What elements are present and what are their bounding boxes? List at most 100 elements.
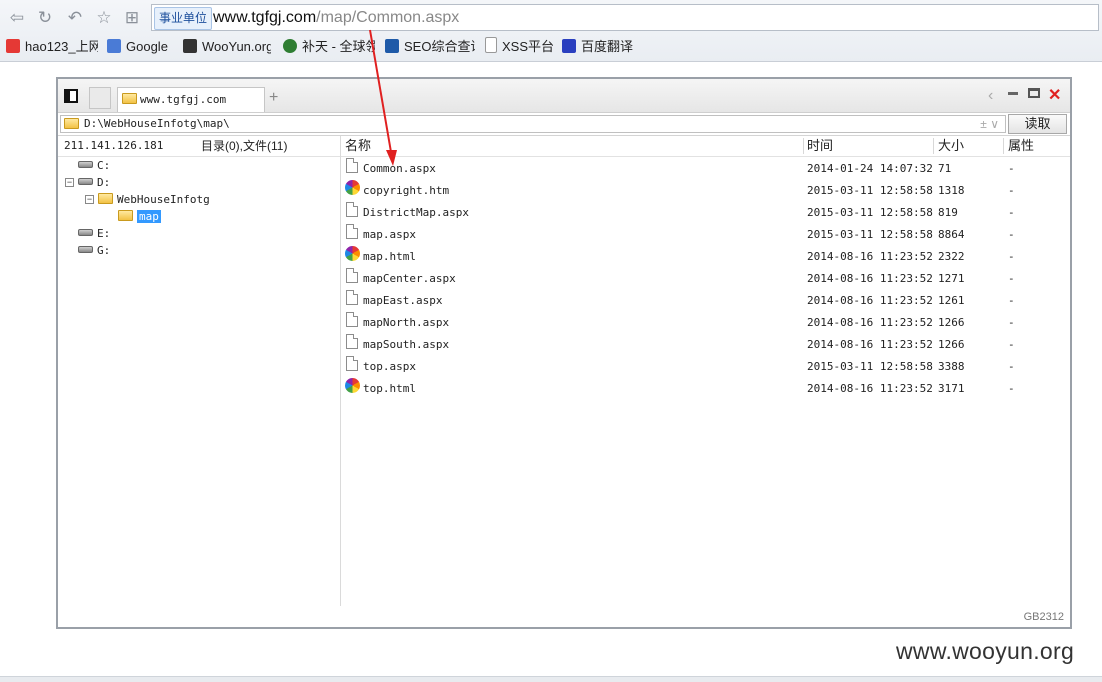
apps-icon[interactable]: ⊞ xyxy=(121,7,143,29)
bookmark-label: 百度翻译 xyxy=(581,39,634,54)
bookmark-baidu[interactable]: 百度翻译 xyxy=(562,37,642,57)
file-name: mapNorth.aspx xyxy=(363,316,450,329)
file-size: 1266 xyxy=(938,338,965,351)
column-separator[interactable] xyxy=(1003,138,1004,154)
tree-item-c[interactable]: C: xyxy=(78,157,110,174)
bookmarks-bar: hao123_上网 Google WooYun.org 补天 - 全球领 SEO… xyxy=(0,35,1102,59)
bookmark-label: hao123_上网 xyxy=(25,39,98,54)
file-row[interactable]: Common.aspx 2014-01-24 14:07:32 71 - xyxy=(341,158,1070,180)
file-time: 2015-03-11 12:58:58 xyxy=(807,360,933,373)
file-size: 819 xyxy=(938,206,958,219)
tree-item-e[interactable]: E: xyxy=(78,225,110,242)
drive-icon xyxy=(78,161,93,168)
file-icon xyxy=(346,312,358,327)
file-name: map.aspx xyxy=(363,228,416,241)
bookmark-label: WooYun.org xyxy=(202,39,271,54)
file-size: 3171 xyxy=(938,382,965,395)
collapse-icon[interactable]: − xyxy=(85,195,94,204)
butian-icon xyxy=(283,39,297,53)
star-icon[interactable]: ☆ xyxy=(93,7,115,29)
back-icon[interactable]: ⇦ xyxy=(6,7,28,29)
read-button[interactable]: 读取 xyxy=(1008,114,1067,134)
file-row[interactable]: map.aspx 2015-03-11 12:58:58 8864 - xyxy=(341,224,1070,246)
panel-toggle-icon[interactable] xyxy=(64,89,78,103)
address-url[interactable]: www.tgfgj.com/map/Common.aspx xyxy=(213,8,459,28)
encoding-label[interactable]: GB2312 xyxy=(1024,611,1064,623)
url-path: /map/Common.aspx xyxy=(316,9,460,26)
file-row[interactable]: map.html 2014-08-16 11:23:52 2322 - xyxy=(341,246,1070,268)
file-icon xyxy=(346,356,358,371)
tree-item-webhouseinfotg[interactable]: WebHouseInfotg xyxy=(98,191,210,208)
collapse-icon[interactable]: − xyxy=(65,178,74,187)
file-time: 2015-03-11 12:58:58 xyxy=(807,228,933,241)
column-size[interactable]: 大小 xyxy=(938,136,964,156)
folder-icon xyxy=(98,193,113,204)
hao123-icon xyxy=(6,39,20,53)
file-size: 1318 xyxy=(938,184,965,197)
file-attr: - xyxy=(1008,184,1015,197)
drive-icon xyxy=(78,229,93,236)
address-bar[interactable]: 事业单位 www.tgfgj.com/map/Common.aspx xyxy=(151,4,1099,31)
maximize-icon[interactable] xyxy=(1028,88,1040,98)
file-row[interactable]: DistrictMap.aspx 2015-03-11 12:58:58 819 - xyxy=(341,202,1070,224)
google-icon xyxy=(107,39,121,53)
browser-toolbar: ⇦ ↻ ↶ ☆ ⊞ 事业单位 www.tgfgj.com/map/Common.… xyxy=(0,0,1102,62)
tree-item-d[interactable]: D: xyxy=(78,174,110,191)
directory-tree: C: − D: − WebHouseInfotg map E: G: xyxy=(58,157,340,607)
file-row[interactable]: mapCenter.aspx 2014-08-16 11:23:52 1271 - xyxy=(341,268,1070,290)
file-name: DistrictMap.aspx xyxy=(363,206,469,219)
file-attr: - xyxy=(1008,294,1015,307)
refresh-icon[interactable]: ↻ xyxy=(34,7,56,29)
file-row[interactable]: mapNorth.aspx 2014-08-16 11:23:52 1266 - xyxy=(341,312,1070,334)
file-time: 2014-01-24 14:07:32 xyxy=(807,162,933,175)
tree-label: D: xyxy=(97,176,111,189)
bookmark-wooyun[interactable]: WooYun.org xyxy=(183,37,271,57)
column-separator[interactable] xyxy=(803,138,804,154)
new-tab-button[interactable]: + xyxy=(269,88,278,108)
column-separator[interactable] xyxy=(933,138,934,154)
file-name: mapSouth.aspx xyxy=(363,338,450,351)
tree-item-g[interactable]: G: xyxy=(78,242,110,259)
bookmark-google[interactable]: Google xyxy=(107,37,177,57)
file-row[interactable]: mapEast.aspx 2014-08-16 11:23:52 1261 - xyxy=(341,290,1070,312)
close-icon[interactable]: ✕ xyxy=(1048,87,1061,105)
address-badge[interactable]: 事业单位 xyxy=(154,7,213,30)
tree-item-map[interactable]: map xyxy=(118,208,161,225)
file-size: 1271 xyxy=(938,272,965,285)
bookmark-xss[interactable]: XSS平台 xyxy=(485,37,555,57)
file-row[interactable]: copyright.htm 2015-03-11 12:58:58 1318 - xyxy=(341,180,1070,202)
file-time: 2015-03-11 12:58:58 xyxy=(807,184,933,197)
bookmark-seo[interactable]: SEO综合查询 xyxy=(385,37,475,57)
path-input[interactable]: D:\WebHouseInfotg\map\ ± ∨ xyxy=(60,115,1006,133)
file-name: mapEast.aspx xyxy=(363,294,443,307)
file-row[interactable]: top.aspx 2015-03-11 12:58:58 3388 - xyxy=(341,356,1070,378)
minimize-icon[interactable] xyxy=(1008,92,1018,95)
path-text: D:\WebHouseInfotg\map\ xyxy=(84,117,230,130)
file-name: map.html xyxy=(363,250,416,263)
undo-icon[interactable]: ↶ xyxy=(64,7,86,29)
file-size: 71 xyxy=(938,162,952,175)
tree-label: E: xyxy=(97,227,111,240)
bookmark-butian[interactable]: 补天 - 全球领 xyxy=(283,37,375,57)
file-icon xyxy=(346,268,358,283)
file-icon xyxy=(346,224,358,239)
bookmark-hao123[interactable]: hao123_上网 xyxy=(6,37,98,57)
file-name: copyright.htm xyxy=(363,184,450,197)
left-panel-header: 211.141.126.181 目录(0),文件(11) xyxy=(58,136,340,157)
path-dropdown-icon[interactable]: ± ∨ xyxy=(980,116,999,132)
column-attr[interactable]: 属性 xyxy=(1008,136,1034,156)
file-row[interactable]: mapSouth.aspx 2014-08-16 11:23:52 1266 - xyxy=(341,334,1070,356)
tab-site[interactable]: www.tgfgj.com xyxy=(117,87,265,112)
file-name: top.html xyxy=(363,382,416,395)
file-attr: - xyxy=(1008,250,1015,263)
column-name[interactable]: 名称 xyxy=(345,136,371,156)
page-icon xyxy=(485,37,497,53)
bookmark-label: Google xyxy=(126,39,168,54)
file-row[interactable]: top.html 2014-08-16 11:23:52 3171 - xyxy=(341,378,1070,400)
file-size: 1261 xyxy=(938,294,965,307)
chevron-left-icon[interactable]: ‹ xyxy=(988,87,993,105)
watermark: www.wooyun.org xyxy=(896,638,1075,664)
blank-tab[interactable] xyxy=(89,87,111,109)
file-icon xyxy=(346,334,358,349)
column-time[interactable]: 时间 xyxy=(807,136,833,156)
